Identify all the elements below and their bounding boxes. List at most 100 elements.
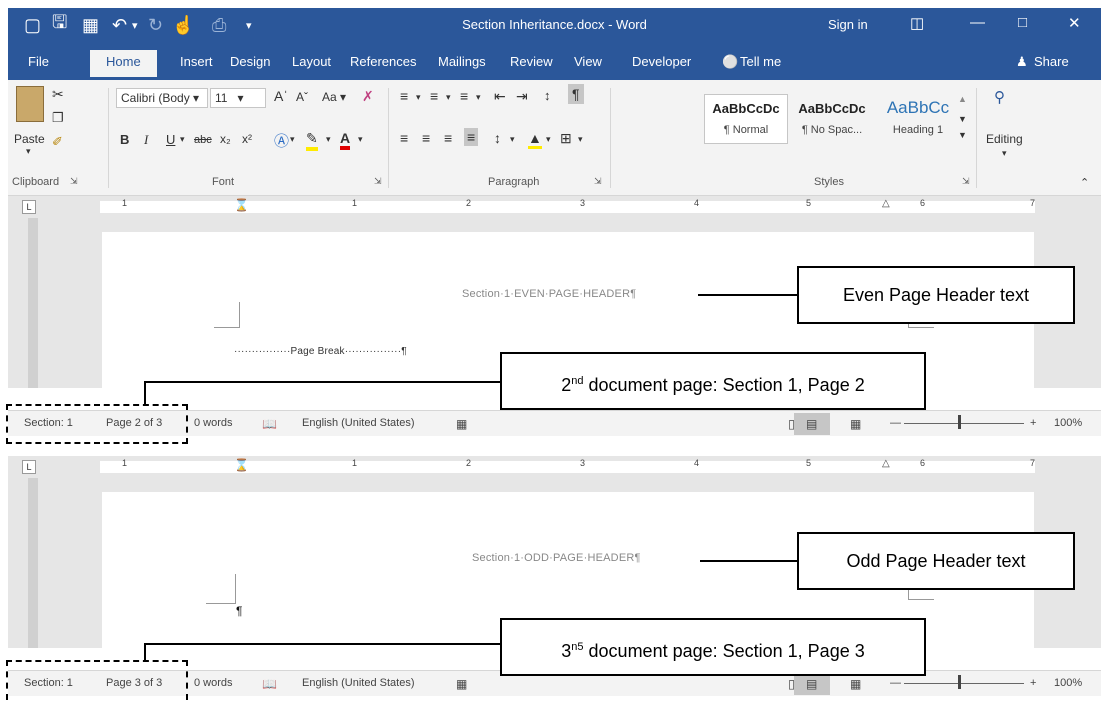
font-size-combo[interactable]: 11 ▾ xyxy=(210,88,266,108)
style-normal[interactable]: AaBbCcDc ¶ Normal xyxy=(704,94,788,144)
horizontal-ruler[interactable]: L 1 ⌛ 1 2 3 4 5 △ 6 7 xyxy=(8,196,1101,218)
vertical-ruler[interactable] xyxy=(28,218,38,388)
font-launcher-icon[interactable]: ⇲ xyxy=(374,176,382,187)
even-page-header[interactable]: Section·1·EVEN·PAGE·HEADER¶ xyxy=(462,288,636,300)
tab-selector[interactable]: L xyxy=(22,460,36,474)
macro-record-icon[interactable]: ▦ xyxy=(456,417,467,431)
tab-layout[interactable]: Layout xyxy=(292,54,331,69)
justify-icon[interactable]: ≡ xyxy=(464,128,479,146)
paste-dropdown-icon[interactable]: ▾ xyxy=(26,146,31,157)
numbering-icon[interactable]: ≡ xyxy=(430,88,438,104)
status-language[interactable]: English (United States) xyxy=(302,417,415,429)
text-effects-icon[interactable]: Ⓐ xyxy=(274,130,289,151)
clear-formatting-icon[interactable]: ✗ xyxy=(362,88,374,105)
style-heading-1[interactable]: AaBbCc Heading 1 xyxy=(876,94,960,144)
print-layout-icon[interactable]: ▤ xyxy=(806,417,817,431)
sort-icon[interactable]: ↕ xyxy=(544,88,551,103)
style-no-spacing[interactable]: AaBbCcDc ¶ No Spac... xyxy=(790,94,874,144)
ribbon-display-options-icon[interactable]: ◫ xyxy=(910,14,924,32)
format-painter-icon[interactable]: ✐ xyxy=(52,134,63,150)
macro-record-icon[interactable]: ▦ xyxy=(456,677,467,691)
vertical-ruler[interactable] xyxy=(28,478,38,648)
sign-in-link[interactable]: Sign in xyxy=(828,17,868,32)
numbering-dropdown-icon[interactable]: ▾ xyxy=(446,92,451,103)
status-word-count[interactable]: 0 words xyxy=(194,677,233,689)
line-spacing-dropdown-icon[interactable]: ▾ xyxy=(510,134,515,145)
tab-home[interactable]: Home xyxy=(90,50,157,77)
styles-scroll-up-icon[interactable]: ▲ xyxy=(958,94,967,104)
zoom-slider[interactable] xyxy=(958,415,961,429)
borders-icon[interactable]: ⊞ xyxy=(560,130,572,147)
styles-scroll-down-icon[interactable]: ▼ xyxy=(958,114,967,124)
line-spacing-icon[interactable]: ↕ xyxy=(494,130,501,146)
shading-dropdown-icon[interactable]: ▾ xyxy=(546,134,551,145)
paragraph-mark[interactable]: ¶ xyxy=(236,604,243,618)
shrink-font-icon[interactable]: Aˇ xyxy=(296,90,308,104)
zoom-level[interactable]: 100% xyxy=(1054,677,1082,689)
proofing-icon[interactable]: 📖 xyxy=(262,677,277,691)
highlight-icon[interactable]: ✎ xyxy=(306,130,318,151)
align-center-icon[interactable]: ≡ xyxy=(422,130,430,146)
multilevel-list-icon[interactable]: ≡ xyxy=(460,88,468,104)
superscript-button[interactable]: x² xyxy=(242,132,252,146)
tab-selector[interactable]: L xyxy=(22,200,36,214)
zoom-level[interactable]: 100% xyxy=(1054,417,1082,429)
horizontal-ruler[interactable]: L 1 ⌛ 1 2 3 4 5 △ 6 7 xyxy=(8,456,1101,478)
minimize-icon[interactable]: — xyxy=(970,14,985,31)
tab-file[interactable]: File xyxy=(28,54,49,69)
paste-button[interactable]: Paste xyxy=(14,132,45,146)
status-language[interactable]: English (United States) xyxy=(302,677,415,689)
right-tab-marker-icon[interactable]: △ xyxy=(882,198,890,209)
editing-dropdown-icon[interactable]: ▾ xyxy=(1002,148,1007,159)
tab-view[interactable]: View xyxy=(574,54,602,69)
cut-icon[interactable]: ✂ xyxy=(52,86,64,103)
zoom-slider[interactable] xyxy=(958,675,961,689)
font-name-combo[interactable]: Calibri (Body ▾ xyxy=(116,88,208,108)
increase-indent-icon[interactable]: ⇥ xyxy=(516,88,528,105)
text-effects-dropdown-icon[interactable]: ▾ xyxy=(290,134,295,145)
editing-button[interactable]: Editing xyxy=(986,132,1023,146)
italic-button[interactable]: I xyxy=(144,132,148,148)
tell-me-box[interactable]: Tell me xyxy=(740,54,781,69)
tab-design[interactable]: Design xyxy=(230,54,270,69)
web-layout-icon[interactable]: ▦ xyxy=(850,677,861,691)
paragraph-launcher-icon[interactable]: ⇲ xyxy=(594,176,602,187)
underline-button[interactable]: U xyxy=(166,132,175,147)
collapse-ribbon-icon[interactable]: ⌃ xyxy=(1080,176,1089,189)
close-icon[interactable]: ✕ xyxy=(1068,14,1081,32)
copy-icon[interactable]: ❐ xyxy=(52,110,64,126)
clipboard-launcher-icon[interactable]: ⇲ xyxy=(70,176,78,187)
styles-more-icon[interactable]: ▼ xyxy=(958,130,967,140)
zoom-in-icon[interactable]: + xyxy=(1030,677,1036,689)
indent-marker-icon[interactable]: ⌛ xyxy=(234,198,249,212)
underline-dropdown-icon[interactable]: ▾ xyxy=(180,134,185,145)
grow-font-icon[interactable]: Aˈ xyxy=(274,88,288,104)
bold-button[interactable]: B xyxy=(120,132,129,147)
indent-marker-icon[interactable]: ⌛ xyxy=(234,458,249,472)
decrease-indent-icon[interactable]: ⇤ xyxy=(494,88,506,105)
find-icon[interactable]: ⚲ xyxy=(994,88,1005,106)
odd-page-header[interactable]: Section·1·ODD·PAGE·HEADER¶ xyxy=(472,552,641,564)
tab-mailings[interactable]: Mailings xyxy=(438,54,486,69)
tab-review[interactable]: Review xyxy=(510,54,553,69)
font-color-dropdown-icon[interactable]: ▾ xyxy=(358,134,363,145)
styles-launcher-icon[interactable]: ⇲ xyxy=(962,176,970,187)
right-tab-marker-icon[interactable]: △ xyxy=(882,458,890,469)
align-right-icon[interactable]: ≡ xyxy=(444,130,452,146)
maximize-icon[interactable]: □ xyxy=(1018,14,1027,31)
strikethrough-button[interactable]: abc xyxy=(194,134,212,146)
status-word-count[interactable]: 0 words xyxy=(194,417,233,429)
bullets-dropdown-icon[interactable]: ▾ xyxy=(416,92,421,103)
tab-developer[interactable]: Developer xyxy=(632,54,691,69)
paste-icon[interactable] xyxy=(16,86,44,122)
bullets-icon[interactable]: ≡ xyxy=(400,88,408,104)
zoom-out-icon[interactable]: — xyxy=(890,417,901,429)
align-left-icon[interactable]: ≡ xyxy=(400,130,408,146)
tab-insert[interactable]: Insert xyxy=(180,54,213,69)
borders-dropdown-icon[interactable]: ▾ xyxy=(578,134,583,145)
proofing-icon[interactable]: 📖 xyxy=(262,417,277,431)
highlight-dropdown-icon[interactable]: ▾ xyxy=(326,134,331,145)
show-formatting-marks-icon[interactable]: ¶ xyxy=(568,84,584,104)
shading-icon[interactable]: ▲ xyxy=(528,130,542,149)
web-layout-icon[interactable]: ▦ xyxy=(850,417,861,431)
